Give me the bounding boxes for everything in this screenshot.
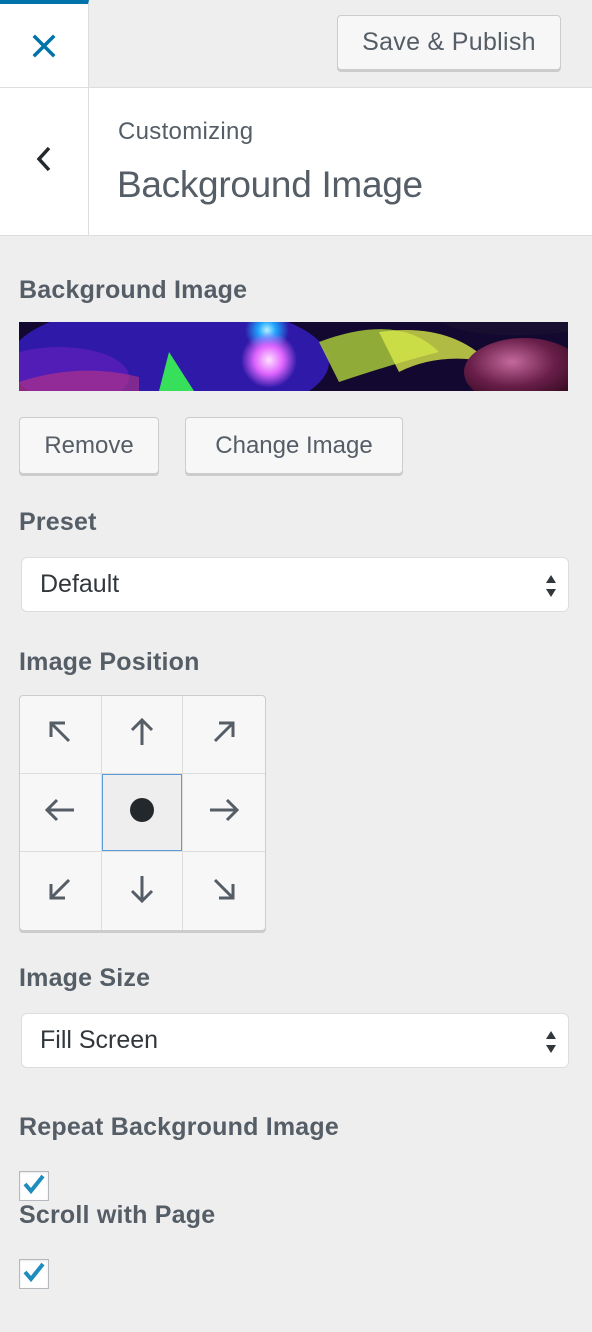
checkmark-icon — [22, 1173, 46, 1200]
preset-value: Default — [40, 570, 120, 598]
arrow-left-icon — [44, 796, 76, 829]
position-top[interactable] — [101, 696, 184, 774]
arrow-up-right-icon — [210, 718, 238, 751]
close-icon — [32, 34, 56, 58]
position-left[interactable] — [20, 774, 102, 852]
image-size-select[interactable]: Fill Screen — [21, 1013, 569, 1068]
background-image-label: Background Image — [19, 276, 248, 304]
select-arrows-icon — [544, 1028, 558, 1063]
repeat-background-checkbox[interactable] — [19, 1171, 49, 1201]
position-bottom-left[interactable] — [20, 852, 102, 930]
preset-select[interactable]: Default — [21, 557, 569, 612]
position-top-right[interactable] — [183, 696, 265, 774]
section-header: Customizing Background Image — [0, 88, 592, 236]
arrow-down-left-icon — [46, 875, 74, 908]
image-position-label: Image Position — [19, 648, 200, 676]
position-bottom-right[interactable] — [183, 852, 265, 930]
chevron-left-icon — [35, 145, 53, 178]
close-button[interactable] — [0, 0, 89, 87]
arrow-down-icon — [128, 874, 156, 909]
position-top-left[interactable] — [20, 696, 102, 774]
page-title: Background Image — [117, 164, 423, 205]
center-dot-icon — [129, 797, 155, 828]
scroll-with-page-label: Scroll with Page — [19, 1201, 216, 1229]
customizer-header: Save & Publish — [0, 0, 592, 88]
select-arrows-icon — [544, 572, 558, 607]
background-image-preview — [19, 322, 568, 391]
scroll-with-page-checkbox[interactable] — [19, 1259, 49, 1289]
preset-label: Preset — [19, 508, 97, 536]
position-center[interactable] — [101, 774, 184, 852]
arrow-up-icon — [128, 717, 156, 752]
remove-image-button[interactable]: Remove — [19, 417, 159, 474]
checkmark-icon — [22, 1261, 46, 1288]
arrow-up-left-icon — [46, 718, 74, 751]
image-size-label: Image Size — [19, 964, 151, 992]
position-right[interactable] — [183, 774, 265, 852]
repeat-background-label: Repeat Background Image — [19, 1113, 339, 1141]
arrow-down-right-icon — [210, 875, 238, 908]
image-size-value: Fill Screen — [40, 1026, 159, 1054]
arrow-right-icon — [208, 796, 240, 829]
breadcrumb: Customizing — [118, 118, 254, 145]
change-image-button[interactable]: Change Image — [185, 417, 403, 474]
save-publish-button[interactable]: Save & Publish — [337, 15, 561, 70]
image-position-grid — [19, 695, 266, 931]
back-button[interactable] — [0, 88, 89, 235]
background-image-thumbnail — [19, 322, 568, 391]
position-bottom[interactable] — [102, 852, 184, 930]
